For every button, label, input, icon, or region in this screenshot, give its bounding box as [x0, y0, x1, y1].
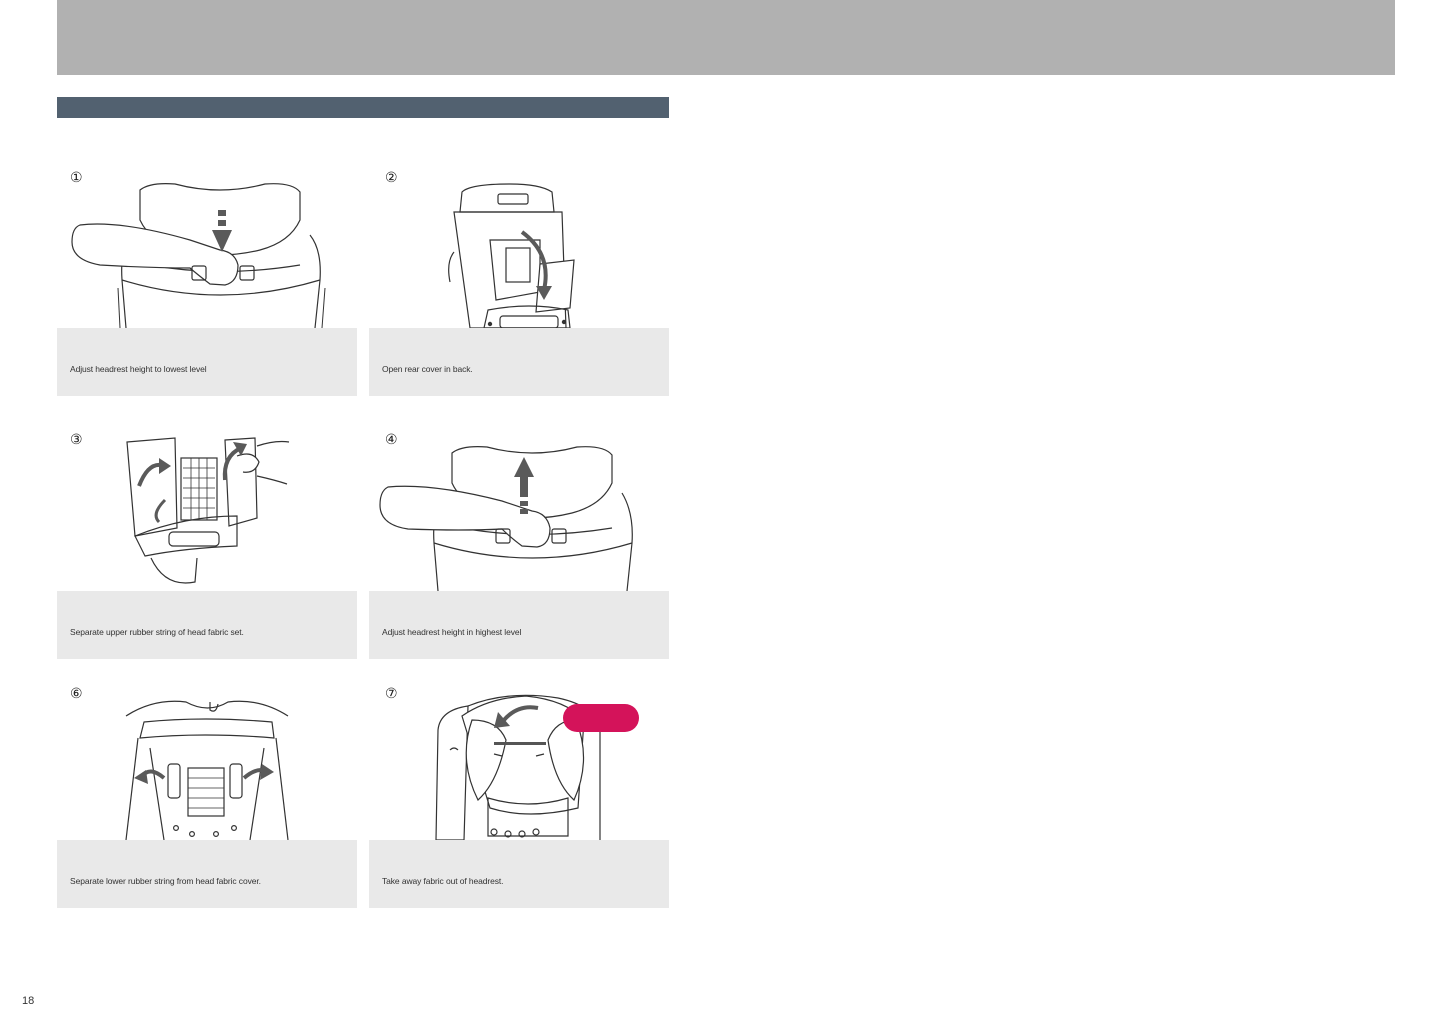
- illustration-open-rear-cover: [440, 182, 590, 328]
- step-caption-3: Separate upper rubber string of head fab…: [57, 591, 357, 659]
- illustration-separate-lower-string: [124, 692, 290, 840]
- step-marker-2: ②: [385, 169, 398, 185]
- step-marker-7: ⑦: [385, 685, 398, 701]
- step-caption-6: Separate lower rubber string from head f…: [57, 840, 357, 908]
- step-caption-2: Open rear cover in back.: [369, 328, 669, 396]
- section-title-bar: [57, 97, 669, 118]
- step-caption-1: Adjust headrest height to lowest level: [57, 328, 357, 396]
- page-number: 18: [22, 995, 35, 1007]
- illustration-lower-headrest: [60, 180, 350, 328]
- illustration-raise-headrest: [372, 443, 662, 591]
- header-band: [57, 0, 1395, 75]
- step-caption-4: Adjust headrest height in highest level: [369, 591, 669, 659]
- illustration-remove-fabric: [428, 690, 643, 840]
- step-marker-6: ⑥: [70, 685, 83, 701]
- illustration-separate-upper-string: [125, 436, 290, 588]
- step-caption-7: Take away fabric out of headrest.: [369, 840, 669, 908]
- step-marker-3: ③: [70, 431, 83, 447]
